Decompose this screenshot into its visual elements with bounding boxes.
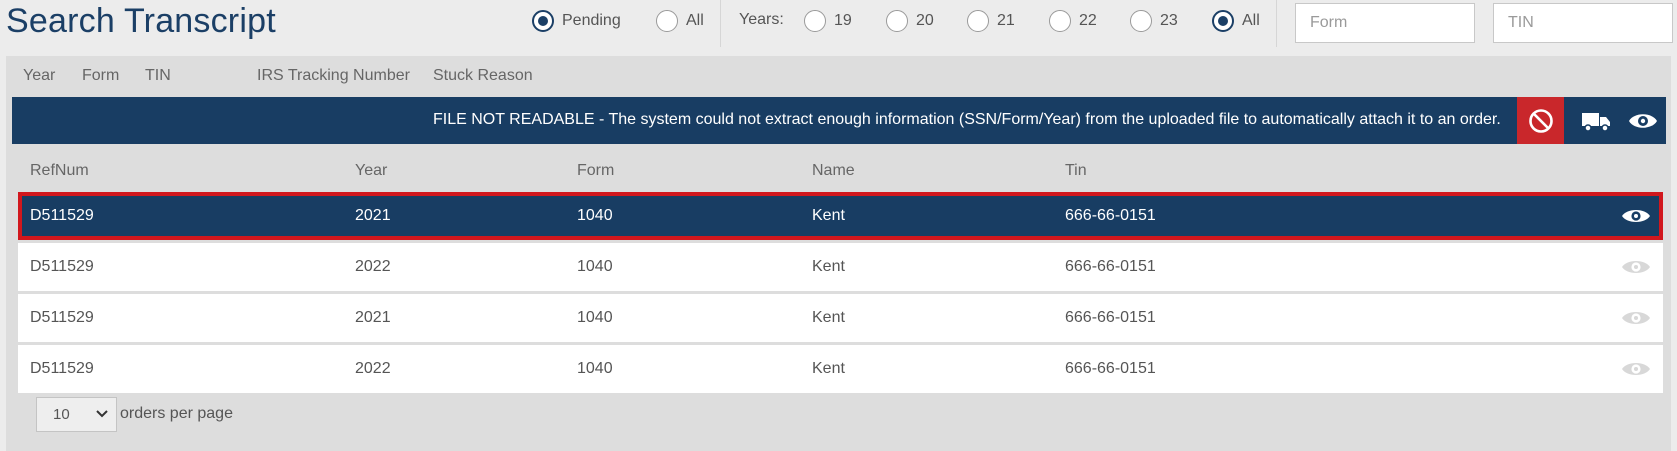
radio-year-20-circle[interactable]: [886, 10, 908, 32]
radio-year-21-label: 21: [997, 12, 1015, 29]
cell-year: 2022: [355, 360, 391, 377]
radio-year-22-label: 22: [1079, 12, 1097, 29]
cell-name: Kent: [812, 207, 845, 224]
stuck-reason-banner: FILE NOT READABLE - The system could not…: [12, 97, 1666, 144]
header-divider: [720, 0, 721, 47]
header-divider-2: [1276, 0, 1277, 47]
radio-pending-label: Pending: [562, 12, 621, 29]
eye-icon[interactable]: [1621, 359, 1651, 379]
per-page-label: orders per page: [120, 405, 233, 422]
per-page-select[interactable]: 10: [36, 397, 117, 432]
radio-year-19-circle[interactable]: [804, 10, 826, 32]
radio-year-all-label: All: [1242, 12, 1260, 29]
cell-name: Kent: [812, 360, 845, 377]
table-row[interactable]: D511529 2021 1040 Kent 666-66-0151: [18, 294, 1663, 342]
cell-year: 2021: [355, 309, 391, 326]
radio-status-all[interactable]: All: [656, 8, 704, 34]
filter-header-irs-tracking[interactable]: IRS Tracking Number: [257, 67, 410, 85]
radio-year-19[interactable]: 19: [804, 8, 852, 34]
per-page-value: 10: [53, 406, 70, 423]
eye-icon[interactable]: [1628, 110, 1658, 132]
radio-year-19-label: 19: [834, 12, 852, 29]
column-header-year[interactable]: Year: [355, 162, 387, 180]
cell-tin: 666-66-0151: [1065, 258, 1156, 275]
cell-name: Kent: [812, 309, 845, 326]
cell-form: 1040: [577, 309, 613, 326]
filter-header-form[interactable]: Form: [82, 67, 119, 85]
filter-header-year[interactable]: Year: [23, 67, 55, 85]
radio-year-20-label: 20: [916, 12, 934, 29]
radio-year-20[interactable]: 20: [886, 8, 934, 34]
chevron-down-icon: [96, 410, 108, 418]
table-row[interactable]: D511529 2022 1040 Kent 666-66-0151: [18, 345, 1663, 393]
radio-year-22[interactable]: 22: [1049, 8, 1097, 34]
column-header-name[interactable]: Name: [812, 162, 855, 180]
cell-form: 1040: [577, 258, 613, 275]
cell-tin: 666-66-0151: [1065, 309, 1156, 326]
radio-pending-circle[interactable]: [532, 10, 554, 32]
filter-header-stuck-reason[interactable]: Stuck Reason: [433, 67, 533, 85]
column-header-refnum[interactable]: RefNum: [30, 162, 89, 180]
radio-year-23[interactable]: 23: [1130, 8, 1178, 34]
years-label: Years:: [739, 11, 784, 28]
cell-form: 1040: [577, 207, 613, 224]
radio-year-22-circle[interactable]: [1049, 10, 1071, 32]
table-row[interactable]: D511529 2022 1040 Kent 666-66-0151: [18, 243, 1663, 291]
cell-refnum: D511529: [30, 258, 94, 275]
radio-year-23-label: 23: [1160, 12, 1178, 29]
cell-tin: 666-66-0151: [1065, 360, 1156, 377]
tin-search-input[interactable]: [1493, 3, 1673, 43]
cell-refnum: D511529: [30, 360, 94, 377]
cell-tin: 666-66-0151: [1065, 207, 1156, 224]
cell-year: 2022: [355, 258, 391, 275]
eye-icon[interactable]: [1621, 257, 1651, 277]
radio-pending[interactable]: Pending: [532, 8, 621, 34]
cell-name: Kent: [812, 258, 845, 275]
radio-year-all[interactable]: All: [1212, 8, 1260, 34]
eye-icon[interactable]: [1621, 308, 1651, 328]
eye-icon[interactable]: [1621, 206, 1651, 226]
column-header-tin[interactable]: Tin: [1065, 162, 1087, 180]
radio-year-21-circle[interactable]: [967, 10, 989, 32]
page-title: Search Transcript: [6, 2, 276, 40]
radio-year-23-circle[interactable]: [1130, 10, 1152, 32]
cell-refnum: D511529: [30, 309, 94, 326]
truck-icon[interactable]: [1581, 110, 1611, 132]
dismiss-button[interactable]: [1517, 97, 1564, 144]
filter-header-tin[interactable]: TIN: [145, 67, 171, 85]
ban-icon: [1528, 108, 1553, 133]
banner-message: FILE NOT READABLE - The system could not…: [433, 111, 1501, 128]
column-header-form[interactable]: Form: [577, 162, 614, 180]
radio-status-all-label: All: [686, 12, 704, 29]
radio-year-21[interactable]: 21: [967, 8, 1015, 34]
cell-refnum: D511529: [30, 207, 94, 224]
form-search-input[interactable]: [1295, 3, 1475, 43]
cell-year: 2021: [355, 207, 391, 224]
table-row[interactable]: D511529 2021 1040 Kent 666-66-0151: [18, 192, 1663, 240]
radio-year-all-circle[interactable]: [1212, 10, 1234, 32]
radio-status-all-circle[interactable]: [656, 10, 678, 32]
cell-form: 1040: [577, 360, 613, 377]
